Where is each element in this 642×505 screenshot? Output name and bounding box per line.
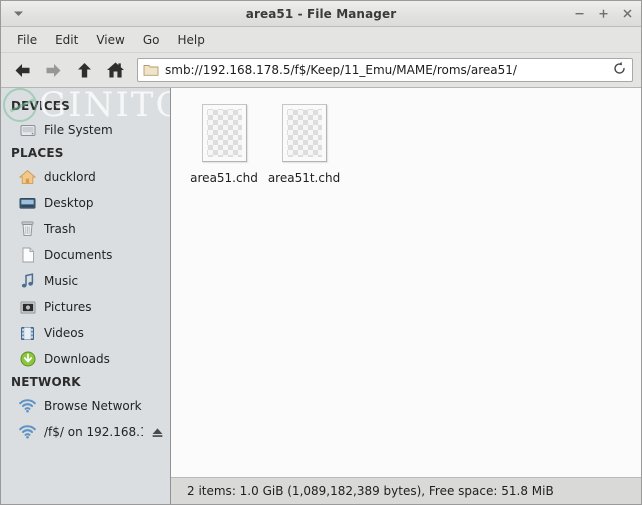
home-icon xyxy=(106,61,125,79)
sidebar-item-label: File System xyxy=(44,123,113,137)
file-name-label: area51.chd xyxy=(190,171,258,185)
location-bar[interactable]: smb://192.168.178.5/f$/Keep/11_Emu/MAME/… xyxy=(137,58,633,82)
menu-help[interactable]: Help xyxy=(168,30,213,50)
arrow-up-icon xyxy=(76,61,93,80)
checkerboard-file-icon xyxy=(201,104,247,162)
video-icon xyxy=(19,325,36,342)
content-split: GINITC DEVICES File System PLACES ducklo… xyxy=(1,88,641,504)
location-input[interactable]: smb://192.168.178.5/f$/Keep/11_Emu/MAME/… xyxy=(165,63,611,77)
menu-edit[interactable]: Edit xyxy=(46,30,87,50)
window-menu-button[interactable] xyxy=(5,3,31,25)
sidebar-item-downloads[interactable]: Downloads xyxy=(1,346,170,372)
file-manager-window: area51 - File Manager File Edit View Go … xyxy=(0,0,642,505)
sidebar: GINITC DEVICES File System PLACES ducklo… xyxy=(1,88,171,504)
desktop-icon xyxy=(19,195,36,212)
sidebar-item-label: Documents xyxy=(44,248,113,262)
sidebar-item-label: Desktop xyxy=(44,196,94,210)
file-name-label: area51t.chd xyxy=(267,171,341,185)
menu-go[interactable]: Go xyxy=(134,30,169,50)
sidebar-item-documents[interactable]: Documents xyxy=(1,242,170,268)
sidebar-item-trash[interactable]: Trash xyxy=(1,216,170,242)
back-button[interactable] xyxy=(7,57,38,83)
sidebar-item-desktop[interactable]: Desktop xyxy=(1,190,170,216)
sidebar-item-label: Downloads xyxy=(44,352,110,366)
minimize-icon xyxy=(574,8,585,19)
sidebar-item-file-system[interactable]: File System xyxy=(1,117,170,143)
reload-icon xyxy=(612,61,627,79)
menu-bar: File Edit View Go Help xyxy=(1,27,641,53)
maximize-plus-icon xyxy=(598,8,609,19)
sidebar-item-label: Pictures xyxy=(44,300,92,314)
folder-icon xyxy=(143,63,159,77)
network-wifi-icon xyxy=(19,424,36,441)
window-controls xyxy=(573,7,634,20)
maximize-button[interactable] xyxy=(597,7,610,20)
sidebar-section-places: PLACES xyxy=(11,146,64,160)
hard-drive-icon xyxy=(19,122,36,139)
eject-icon[interactable] xyxy=(151,426,164,439)
sidebar-item-music[interactable]: Music xyxy=(1,268,170,294)
menu-file[interactable]: File xyxy=(8,30,46,50)
sidebar-item-videos[interactable]: Videos xyxy=(1,320,170,346)
sidebar-item-label: Music xyxy=(44,274,79,288)
forward-button[interactable] xyxy=(38,57,69,83)
close-button[interactable] xyxy=(621,7,634,20)
document-icon xyxy=(19,247,36,264)
status-bar: 2 items: 1.0 GiB (1,089,182,389 bytes), … xyxy=(171,477,641,504)
file-item[interactable]: area51t.chd xyxy=(265,102,343,185)
main-pane: area51.chd area51t.chd 2 items: 1.0 GiB … xyxy=(171,88,641,504)
file-item[interactable]: area51.chd xyxy=(185,102,263,185)
reload-button[interactable] xyxy=(611,61,628,79)
close-icon xyxy=(622,8,633,19)
minimize-button[interactable] xyxy=(573,7,586,20)
home-folder-icon xyxy=(19,169,36,186)
music-note-icon xyxy=(19,273,36,290)
menu-view[interactable]: View xyxy=(87,30,133,50)
arrow-left-icon xyxy=(13,62,32,79)
sidebar-item-ducklord[interactable]: ducklord xyxy=(1,164,170,190)
up-button[interactable] xyxy=(69,57,100,83)
sidebar-item-network-share[interactable]: /f$/ on 192.168.17... xyxy=(1,419,170,445)
sidebar-item-label: Trash xyxy=(44,222,76,236)
title-bar: area51 - File Manager xyxy=(1,1,641,27)
checkerboard-file-icon xyxy=(281,104,327,162)
sidebar-item-label: ducklord xyxy=(44,170,96,184)
file-list-view[interactable]: area51.chd area51t.chd xyxy=(171,88,641,477)
sidebar-item-pictures[interactable]: Pictures xyxy=(1,294,170,320)
sidebar-section-network: NETWORK xyxy=(11,375,81,389)
sidebar-item-label: Browse Network xyxy=(44,399,142,413)
toolbar: smb://192.168.178.5/f$/Keep/11_Emu/MAME/… xyxy=(1,53,641,88)
trash-icon xyxy=(19,221,36,238)
sidebar-section-devices: DEVICES xyxy=(11,99,70,113)
downloads-icon xyxy=(19,351,36,368)
arrow-right-icon xyxy=(44,62,63,79)
network-wifi-icon xyxy=(19,398,36,415)
home-button[interactable] xyxy=(100,57,131,83)
sidebar-item-label: Videos xyxy=(44,326,84,340)
status-text: 2 items: 1.0 GiB (1,089,182,389 bytes), … xyxy=(187,484,554,498)
window-title: area51 - File Manager xyxy=(245,6,397,21)
sidebar-item-label: /f$/ on 192.168.17... xyxy=(44,425,143,439)
pictures-icon xyxy=(19,299,36,316)
sidebar-item-browse-network[interactable]: Browse Network xyxy=(1,393,170,419)
chevron-down-icon xyxy=(13,10,24,17)
